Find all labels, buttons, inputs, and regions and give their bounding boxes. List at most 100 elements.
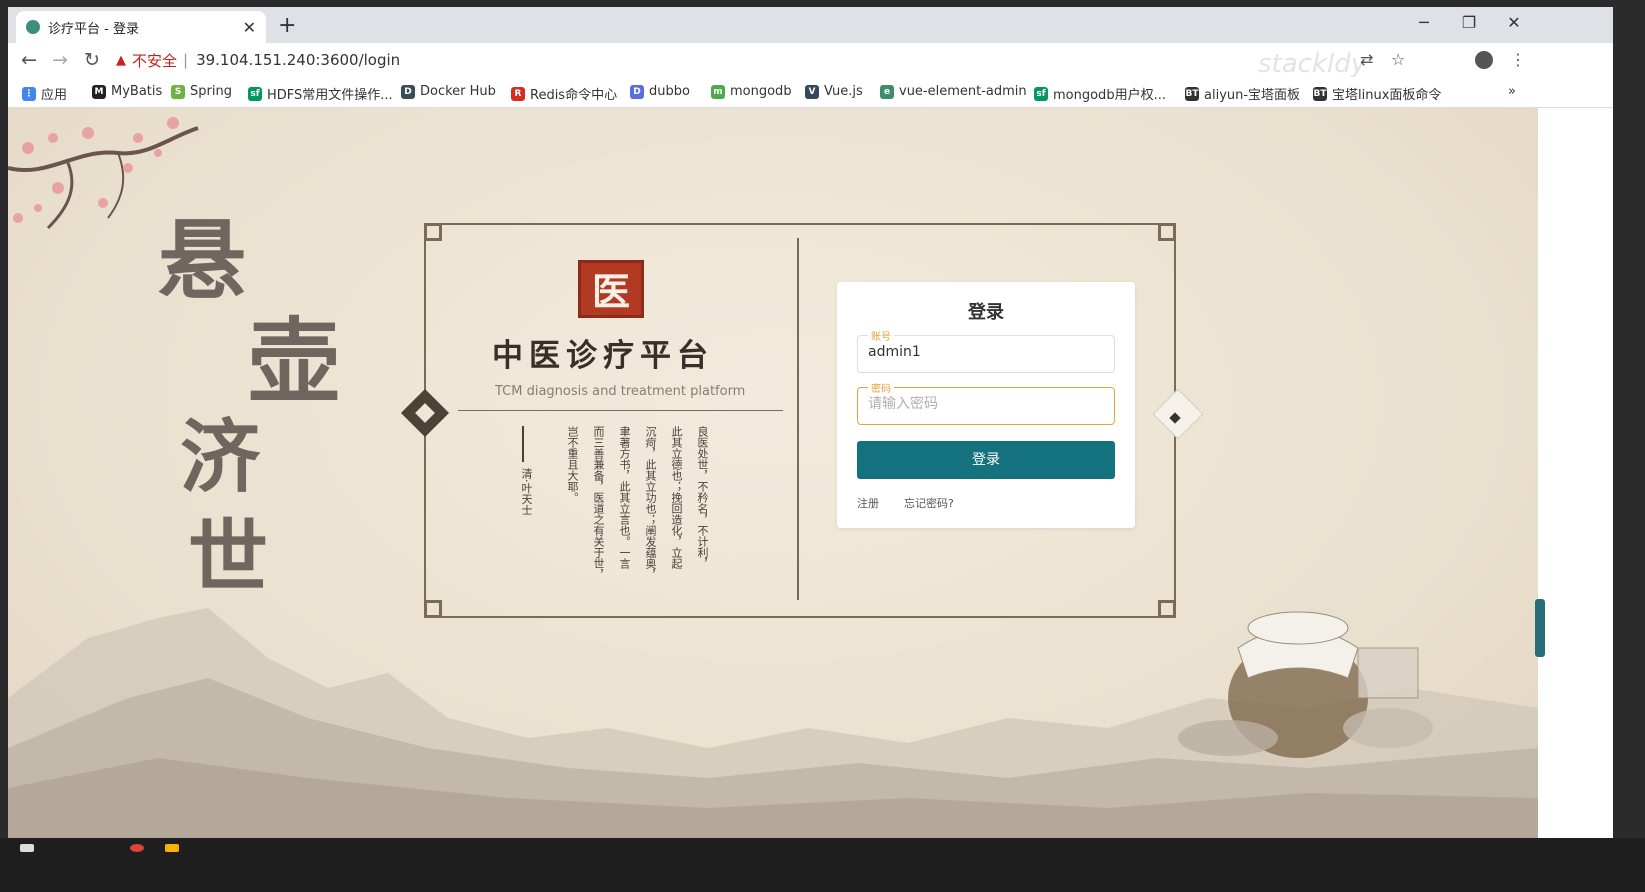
minimize-button[interactable]: ─ bbox=[1409, 13, 1439, 32]
bookmark-label: 宝塔linux面板命令 bbox=[1332, 88, 1442, 103]
os-taskbar bbox=[0, 838, 1645, 892]
login-button[interactable]: 登录 bbox=[857, 441, 1115, 479]
quote-column-4: 聿著方书，此其立言也。一言 bbox=[618, 426, 631, 569]
bookmark-label: Redis命令中心 bbox=[530, 88, 618, 103]
warning-icon[interactable]: ▲ bbox=[116, 53, 126, 68]
url-text[interactable]: 39.104.151.240:3600/login bbox=[196, 51, 400, 69]
vue-element-admin-icon: e bbox=[880, 84, 894, 99]
new-tab-button[interactable]: + bbox=[278, 13, 296, 38]
bookmark-item[interactable]: e vue-element-admin bbox=[880, 84, 1027, 99]
password-label: 密码 bbox=[868, 380, 894, 395]
title-rule bbox=[458, 410, 783, 411]
quote-column-3: 沉疴，此其立功也；阐发蕴奥， bbox=[644, 426, 657, 580]
browser-tab[interactable]: 诊疗平台 - 登录 ✕ bbox=[16, 11, 266, 43]
bookmark-label: aliyun-宝塔面板 bbox=[1204, 88, 1301, 103]
bookmark-item[interactable]: V Vue.js bbox=[805, 84, 863, 99]
bookmark-item[interactable]: BT aliyun-宝塔面板 bbox=[1185, 84, 1300, 103]
login-title: 登录 bbox=[968, 302, 1004, 323]
frame-corner-ornament bbox=[424, 223, 442, 241]
restore-button[interactable]: ❐ bbox=[1454, 13, 1484, 32]
bookmark-star-icon[interactable]: ☆ bbox=[1391, 50, 1405, 69]
bookmark-label: HDFS常用文件操作... bbox=[267, 88, 393, 103]
quote-column-6: 岂不重且大耶。 bbox=[566, 426, 579, 503]
back-button[interactable]: ← bbox=[21, 49, 37, 71]
translate-icon[interactable]: ⇄ bbox=[1360, 50, 1373, 69]
dubbo-icon: D bbox=[630, 84, 644, 99]
start-icon[interactable] bbox=[20, 844, 34, 852]
apps-grid-icon: ⋮ bbox=[22, 86, 36, 101]
forgot-password-link[interactable]: 忘记密码? bbox=[904, 495, 954, 511]
mongodb-icon: m bbox=[711, 84, 725, 99]
quote-column-2: 此其立德也；挽回造化，立起 bbox=[670, 426, 683, 569]
browser-menu-icon[interactable]: ⋮ bbox=[1510, 50, 1526, 69]
browser-toolbar: ← → ↻ ▲ 不安全 | 39.104.151.240:3600/login … bbox=[8, 43, 1613, 79]
forward-button[interactable]: → bbox=[52, 49, 68, 71]
spring-icon: S bbox=[171, 84, 185, 99]
password-field[interactable]: 密码 bbox=[857, 380, 1115, 425]
video-watermark: stackldy bbox=[1258, 49, 1367, 79]
tab-close-icon[interactable]: ✕ bbox=[243, 18, 256, 37]
bookmark-label: Vue.js bbox=[824, 84, 863, 99]
calligraphy-char-1: 悬 bbox=[158, 208, 247, 312]
segmentfault-icon: sf bbox=[248, 86, 262, 101]
bookmark-item[interactable]: D Docker Hub bbox=[401, 84, 496, 99]
mybatis-icon: M bbox=[92, 84, 106, 99]
chrome-taskbar-icon[interactable] bbox=[130, 844, 144, 852]
browser-window: 诊疗平台 - 登录 ✕ + ─ ❐ ✕ ← → ↻ ▲ 不安全 | 39.104… bbox=[8, 7, 1613, 879]
bookmark-label: 应用 bbox=[41, 88, 68, 103]
bt-icon: BT bbox=[1185, 86, 1199, 101]
seal-logo: 医 bbox=[578, 260, 644, 318]
account-input[interactable] bbox=[868, 344, 1098, 360]
calligraphy-char-2: 壶 bbox=[248, 308, 341, 416]
tab-title: 诊疗平台 - 登录 bbox=[48, 21, 139, 37]
bookmark-item[interactable]: M MyBatis bbox=[92, 84, 162, 99]
frame-divider bbox=[797, 238, 799, 600]
address-bar[interactable]: ▲ 不安全 | 39.104.151.240:3600/login bbox=[116, 46, 1416, 74]
platform-name: 中医诊疗平台 bbox=[492, 338, 714, 374]
account-field[interactable]: 账号 bbox=[857, 328, 1115, 373]
reload-button[interactable]: ↻ bbox=[84, 49, 100, 71]
close-window-button[interactable]: ✕ bbox=[1499, 13, 1529, 32]
login-page: 悬 壶 济 世 医 中医诊疗平台 TCM diagnosis and treat… bbox=[8, 108, 1538, 838]
frame-corner-ornament bbox=[1158, 600, 1176, 618]
bookmark-item[interactable]: R Redis命令中心 bbox=[511, 84, 617, 103]
bookmark-item[interactable]: S Spring bbox=[171, 84, 232, 99]
quote-column-5: 而三善兼备，医道之有关于世， bbox=[592, 426, 605, 580]
bookmark-item[interactable]: BT 宝塔linux面板命令 bbox=[1313, 84, 1441, 103]
bookmark-label: Docker Hub bbox=[420, 84, 496, 99]
frame-corner-ornament bbox=[1158, 223, 1176, 241]
bookmark-item[interactable]: sf mongodb用户权... bbox=[1034, 84, 1166, 103]
folder-taskbar-icon[interactable] bbox=[165, 844, 179, 852]
quote-author: 清·叶天士 bbox=[520, 468, 533, 516]
bookmark-label: Spring bbox=[190, 84, 232, 99]
tab-favicon-icon bbox=[26, 20, 40, 34]
segmentfault-icon: sf bbox=[1034, 86, 1048, 101]
platform-subtitle: TCM diagnosis and treatment platform bbox=[495, 384, 746, 399]
calligraphy-char-3: 济 bbox=[180, 410, 260, 504]
bookmark-item[interactable]: m mongodb bbox=[711, 84, 792, 99]
side-scroll-handle[interactable] bbox=[1535, 599, 1545, 657]
bookmark-item[interactable]: sf HDFS常用文件操作... bbox=[248, 84, 393, 103]
bt-icon: BT bbox=[1313, 86, 1327, 101]
bookmark-label: dubbo bbox=[649, 84, 690, 99]
bookmark-label: vue-element-admin bbox=[899, 84, 1027, 99]
bookmark-item[interactable]: ⋮ 应用 bbox=[22, 84, 67, 103]
account-label: 账号 bbox=[868, 328, 894, 343]
docker-icon: D bbox=[401, 84, 415, 99]
login-card: 登录 账号 密码 登录 注册 忘记密码? bbox=[837, 282, 1135, 528]
herbal-jar-decoration bbox=[1178, 611, 1433, 758]
bookmark-label: mongodb用户权... bbox=[1053, 88, 1166, 103]
frame-corner-ornament bbox=[424, 600, 442, 618]
bookmark-label: MyBatis bbox=[111, 84, 163, 99]
bookmarks-more-button[interactable]: » bbox=[1508, 84, 1516, 99]
quote-column-1: 良医处世，不矜名，不计利， bbox=[696, 426, 709, 569]
bookmark-label: mongodb bbox=[730, 84, 792, 99]
address-separator: | bbox=[183, 51, 189, 69]
register-link[interactable]: 注册 bbox=[857, 495, 879, 511]
tab-strip: 诊疗平台 - 登录 ✕ + ─ ❐ ✕ bbox=[8, 7, 1613, 43]
vue-icon: V bbox=[805, 84, 819, 99]
bookmark-item[interactable]: Ddubbo bbox=[630, 84, 690, 99]
password-input[interactable] bbox=[868, 396, 1098, 412]
profile-avatar-icon[interactable] bbox=[1475, 51, 1493, 69]
security-label[interactable]: 不安全 bbox=[132, 50, 177, 71]
